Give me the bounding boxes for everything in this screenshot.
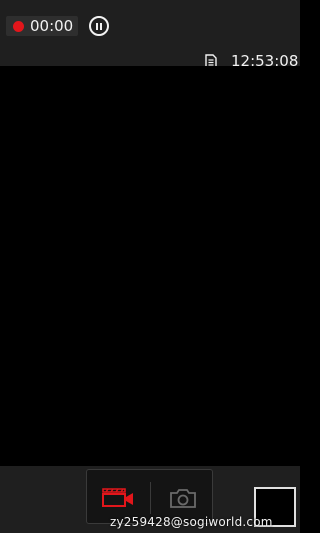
watermark-text: zy259428@sogiworld.com [110,515,273,529]
recording-indicator: 00:00 [6,16,78,36]
video-camera-icon[interactable] [101,486,135,508]
photo-camera-icon[interactable] [169,487,197,509]
pause-button[interactable] [89,16,109,36]
recording-timer: 00:00 [30,17,74,35]
pause-icon-bar-left [96,23,98,30]
recording-dot-icon [13,20,24,32]
camera-viewfinder[interactable] [0,66,300,466]
pause-icon-bar-right [100,23,102,30]
camera-screen: 00:00 12:53:08 zy259428@sogiworld.com [0,0,300,533]
mode-divider [150,482,151,514]
top-status-bar: 00:00 12:53:08 [0,0,300,70]
